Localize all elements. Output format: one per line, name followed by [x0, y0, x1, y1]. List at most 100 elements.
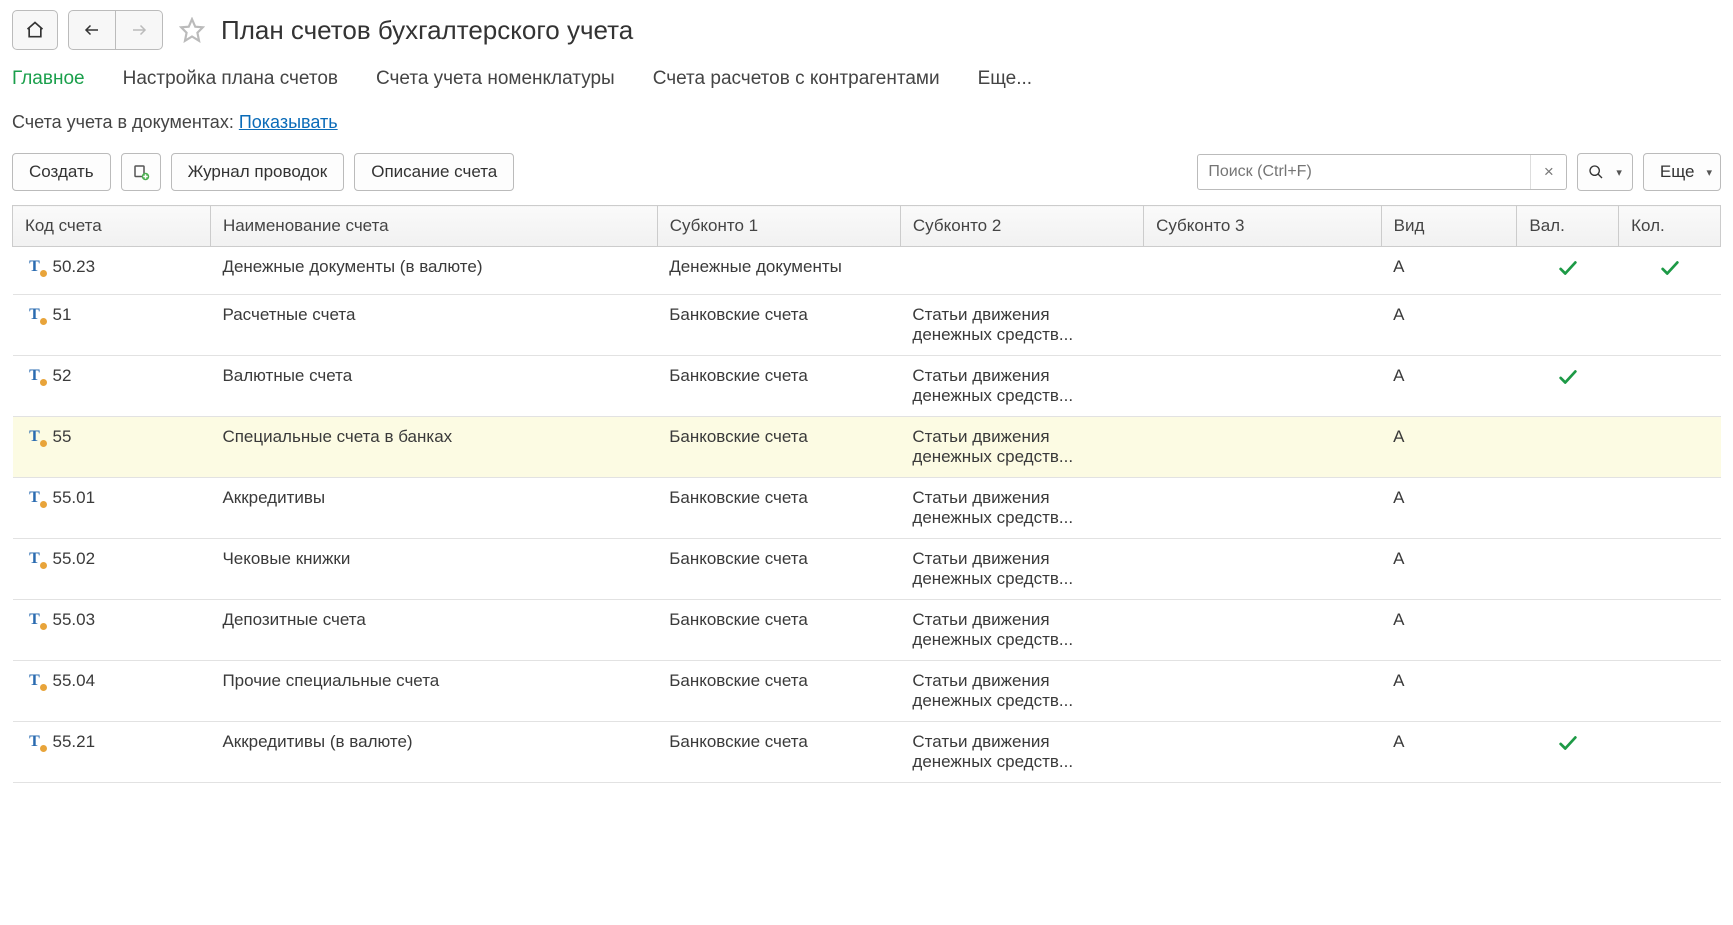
accounts-in-docs-label: Счета учета в документах:	[12, 112, 239, 132]
account-code: 50.23	[53, 257, 96, 277]
tab-0[interactable]: Главное	[12, 68, 85, 90]
cell-sub3	[1144, 539, 1382, 600]
search-field-wrap: ×	[1197, 154, 1567, 190]
describe-account-button[interactable]: Описание счета	[354, 153, 514, 191]
cell-vid: А	[1381, 661, 1517, 722]
search-clear-button[interactable]: ×	[1530, 155, 1566, 189]
cell-sub3	[1144, 295, 1382, 356]
cell-vid: А	[1381, 478, 1517, 539]
table-row[interactable]: 55.02 Чековые книжкиБанковские счетаСтать…	[13, 539, 1721, 600]
cell-vid: А	[1381, 722, 1517, 783]
tab-bar: Главное Настройка плана счетов Счета учета…	[12, 68, 1721, 90]
tab-2[interactable]: Счета учета номенклатуры	[376, 68, 615, 90]
account-code: 55.01	[53, 488, 96, 508]
account-code: 55.03	[53, 610, 96, 630]
account-code: 55.21	[53, 732, 96, 752]
cell-sub1: Банковские счета	[657, 600, 900, 661]
account-name: Специальные счета в банках	[210, 417, 657, 478]
check-icon	[1557, 368, 1579, 393]
col-code[interactable]: Код счета	[13, 206, 211, 247]
cell-sub2: Статьи движения денежных средств...	[900, 478, 1143, 539]
search-options-button[interactable]	[1577, 153, 1633, 191]
forward-button[interactable]	[116, 10, 163, 50]
table-row[interactable]: 55.21 Аккредитивы (в валюте)Банковские сч…	[13, 722, 1721, 783]
account-name: Аккредитивы (в валюте)	[210, 722, 657, 783]
check-icon	[1557, 259, 1579, 284]
account-code: 52	[53, 366, 72, 386]
account-name: Чековые книжки	[210, 539, 657, 600]
search-input[interactable]	[1198, 155, 1530, 189]
cell-sub3	[1144, 417, 1382, 478]
back-button[interactable]	[68, 10, 116, 50]
cell-val	[1517, 722, 1619, 783]
cell-sub1: Банковские счета	[657, 356, 900, 417]
cell-sub2: Статьи движения денежных средств...	[900, 417, 1143, 478]
table-row[interactable]: 55 Специальные счета в банкахБанковские с…	[13, 417, 1721, 478]
cell-sub2: Статьи движения денежных средств...	[900, 356, 1143, 417]
create-button[interactable]: Создать	[12, 153, 111, 191]
page-title: План счетов бухгалтерского учета	[221, 15, 633, 46]
arrow-right-icon	[128, 21, 150, 39]
cell-sub1: Банковские счета	[657, 722, 900, 783]
col-sub1[interactable]: Субконто 1	[657, 206, 900, 247]
cell-sub1: Банковские счета	[657, 539, 900, 600]
cell-sub3	[1144, 247, 1382, 295]
tab-1[interactable]: Настройка плана счетов	[123, 68, 338, 90]
home-button[interactable]	[12, 10, 58, 50]
col-vid[interactable]: Вид	[1381, 206, 1517, 247]
cell-sub1: Банковские счета	[657, 417, 900, 478]
cell-kol	[1619, 417, 1721, 478]
account-icon	[25, 671, 45, 691]
accounts-in-docs-line: Счета учета в документах: Показывать	[12, 112, 1721, 133]
col-sub2[interactable]: Субконто 2	[900, 206, 1143, 247]
table-row[interactable]: 51Расчетные счетаБанковские счетаСтатьи …	[13, 295, 1721, 356]
account-name: Аккредитивы	[210, 478, 657, 539]
copy-create-button[interactable]	[121, 153, 161, 191]
col-name[interactable]: Наименование счета	[210, 206, 657, 247]
accounts-table: Код счета Наименование счета Субконто 1 …	[12, 205, 1721, 783]
cell-kol	[1619, 478, 1721, 539]
account-icon	[25, 549, 45, 569]
journal-button[interactable]: Журнал проводок	[171, 153, 345, 191]
accounts-in-docs-link[interactable]: Показывать	[239, 112, 338, 132]
cell-sub3	[1144, 600, 1382, 661]
cell-sub2: Статьи движения денежных средств...	[900, 661, 1143, 722]
cell-sub1: Банковские счета	[657, 661, 900, 722]
favorite-button[interactable]	[173, 17, 211, 43]
cell-sub2: Статьи движения денежных средств...	[900, 295, 1143, 356]
tab-3[interactable]: Счета расчетов с контрагентами	[653, 68, 940, 90]
more-button[interactable]: Еще	[1643, 153, 1721, 191]
cell-val	[1517, 247, 1619, 295]
col-val[interactable]: Вал.	[1517, 206, 1619, 247]
cell-kol	[1619, 356, 1721, 417]
copy-add-icon	[132, 163, 150, 181]
cell-sub2: Статьи движения денежных средств...	[900, 722, 1143, 783]
cell-sub2: Статьи движения денежных средств...	[900, 600, 1143, 661]
cell-vid: А	[1381, 247, 1517, 295]
account-code: 55	[53, 427, 72, 447]
check-icon	[1557, 734, 1579, 759]
table-row[interactable]: 55.04Прочие специальные счетаБанковские …	[13, 661, 1721, 722]
col-kol[interactable]: Кол.	[1619, 206, 1721, 247]
table-row[interactable]: 55.03Депозитные счетаБанковские счетаСта…	[13, 600, 1721, 661]
col-sub3[interactable]: Субконто 3	[1144, 206, 1382, 247]
close-icon: ×	[1544, 162, 1554, 182]
cell-val	[1517, 661, 1619, 722]
table-row[interactable]: 52Валютные счетаБанковские счетаСтатьи д…	[13, 356, 1721, 417]
table-row[interactable]: 55.01АккредитивыБанковские счетаСтатьи д…	[13, 478, 1721, 539]
account-code: 55.02	[53, 549, 96, 569]
cell-vid: А	[1381, 295, 1517, 356]
cell-sub2	[900, 247, 1143, 295]
tab-4[interactable]: Еще...	[978, 68, 1033, 90]
account-icon	[25, 305, 45, 325]
cell-sub3	[1144, 661, 1382, 722]
cell-sub2: Статьи движения денежных средств...	[900, 539, 1143, 600]
account-icon	[25, 488, 45, 508]
account-icon	[25, 257, 45, 277]
cell-kol	[1619, 295, 1721, 356]
table-row[interactable]: 50.23Денежные документы (в валюте)Денежн…	[13, 247, 1721, 295]
account-name: Расчетные счета	[210, 295, 657, 356]
cell-vid: А	[1381, 417, 1517, 478]
account-icon	[25, 610, 45, 630]
cell-sub3	[1144, 722, 1382, 783]
